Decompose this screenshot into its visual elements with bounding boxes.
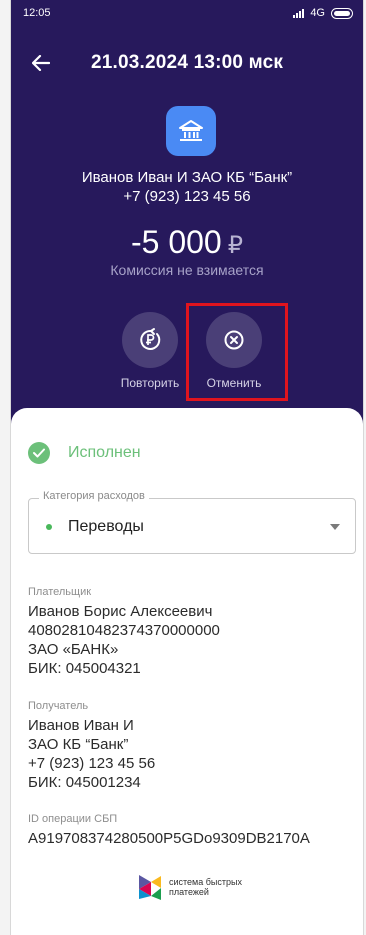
recipient-info: Иванов Иван И ЗАО КБ “Банк” +7 (923) 123… (11, 168, 363, 206)
dropdown-arrow-icon (330, 524, 340, 530)
payee-name: Иванов Иван И (28, 717, 134, 734)
status-time: 12:05 (23, 7, 51, 19)
payer-account: 40802810482374370000000 (28, 622, 220, 639)
payer-caption: Плательщик (28, 586, 92, 598)
category-value: Переводы (68, 518, 144, 535)
amount: -5 000 ₽ (11, 224, 363, 261)
payer-bik: БИК: 045004321 (28, 660, 141, 677)
payer-block: Плательщик Иванов Борис Алексеевич 40802… (28, 586, 220, 678)
payee-phone: +7 (923) 123 45 56 (28, 755, 156, 772)
operation-id: A919708374280500P5GDo9309DB2170A (28, 830, 310, 847)
battery-icon (331, 7, 353, 19)
repeat-label: Повторить (120, 376, 180, 390)
status-bar: 12:05 4G (11, 0, 363, 26)
payee-block: Получатель Иванов Иван И ЗАО КБ “Банк” +… (28, 700, 155, 792)
category-select[interactable]: Категория расходов Переводы (28, 490, 356, 554)
recipient-phone: +7 (923) 123 45 56 (123, 188, 251, 205)
repeat-payment-icon (122, 312, 178, 368)
details-sheet: Исполнен Категория расходов Переводы Пла… (11, 408, 363, 935)
bank-icon (166, 106, 216, 156)
sbp-logo-icon (139, 875, 161, 900)
category-dot-icon (46, 524, 52, 530)
sbp-logo: система быстрых платежей (137, 873, 242, 901)
payer-bank: ЗАО «БАНК» (28, 641, 119, 658)
operation-caption: ID операции СБП (28, 813, 118, 825)
phone-screen: 12:05 4G 21.03.2024 13:00 мск Иванов Ива… (10, 0, 364, 935)
category-legend: Категория расходов (39, 490, 149, 502)
repeat-button[interactable]: Повторить (105, 312, 195, 390)
back-arrow-icon[interactable] (29, 51, 53, 75)
status-row: Исполнен (28, 442, 141, 464)
highlight-frame (186, 303, 288, 401)
payee-bank: ЗАО КБ “Банк” (28, 736, 129, 753)
header: 21.03.2024 13:00 мск (11, 26, 363, 100)
payee-caption: Получатель (28, 700, 89, 712)
sbp-logo-line2: платежей (169, 887, 209, 897)
network-type: 4G (310, 7, 325, 19)
payer-name: Иванов Борис Алексеевич (28, 603, 213, 620)
amount-value: -5 000 (130, 224, 222, 260)
payee-bik: БИК: 045001234 (28, 774, 141, 791)
recipient-name: Иванов Иван И ЗАО КБ “Банк” (81, 169, 293, 186)
currency-symbol: ₽ (227, 232, 243, 259)
status-label: Исполнен (68, 444, 141, 461)
sbp-logo-line1: система быстрых (169, 877, 242, 887)
operation-id-block: ID операции СБП A919708374280500P5GDo930… (28, 813, 310, 848)
page-title: 21.03.2024 13:00 мск (91, 52, 284, 73)
signal-icon (293, 8, 305, 18)
commission-note: Комиссия не взимается (110, 262, 264, 278)
check-icon (28, 442, 50, 464)
